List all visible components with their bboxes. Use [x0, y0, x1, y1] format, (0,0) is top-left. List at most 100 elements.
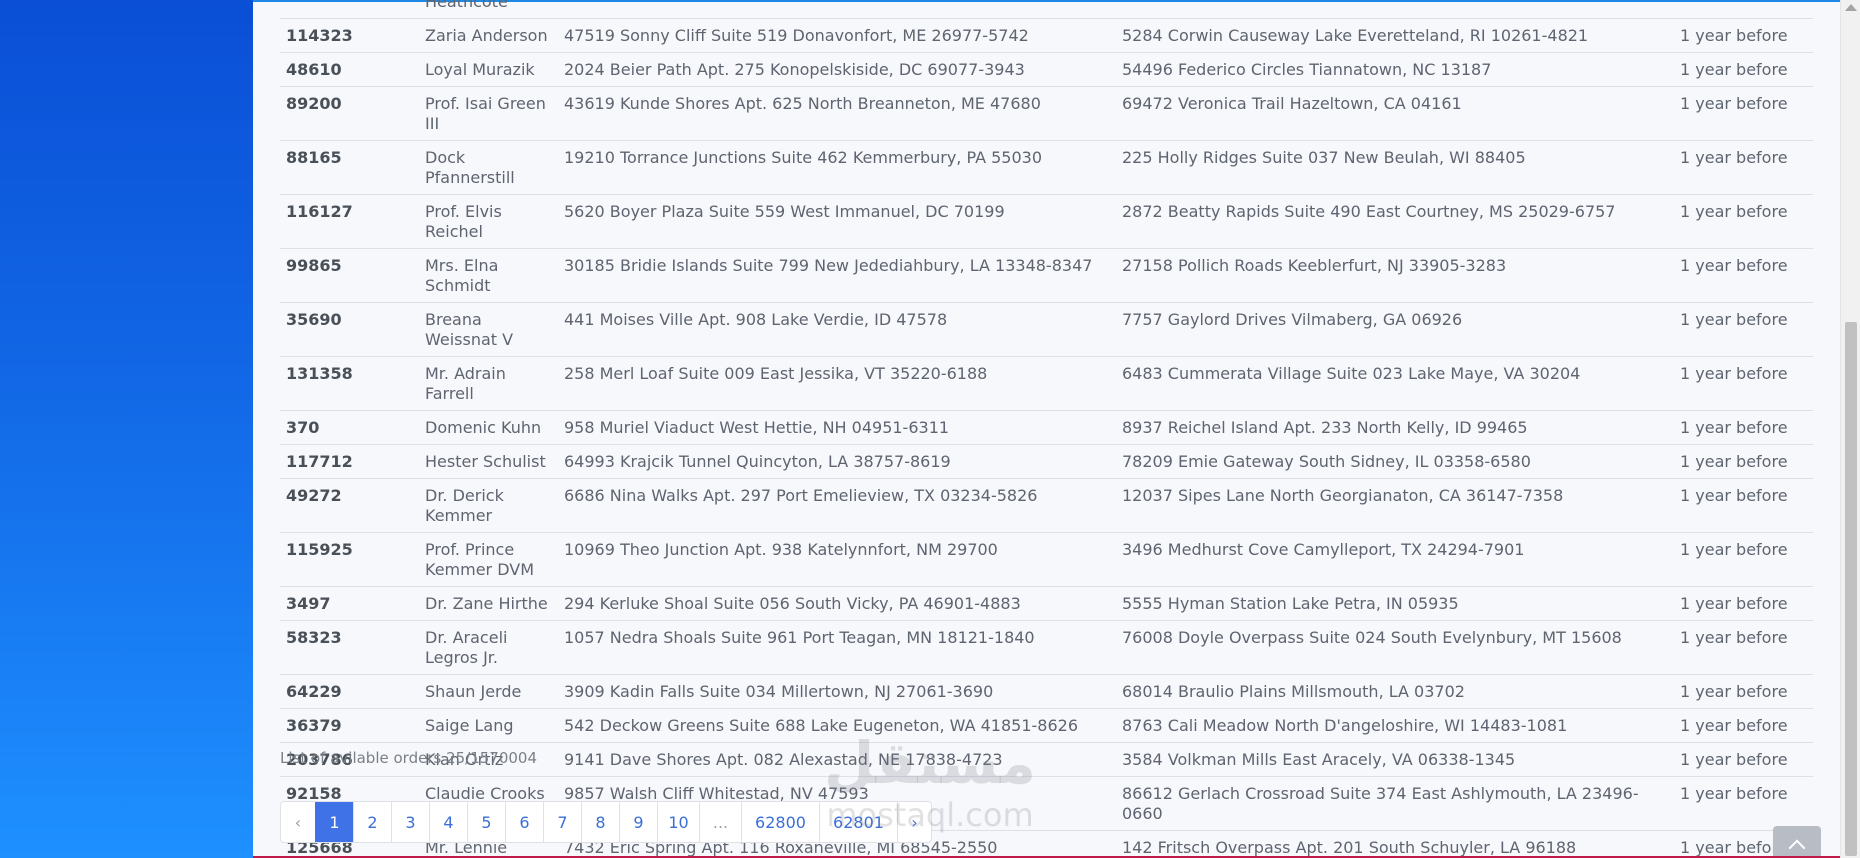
pickup-address-cell: 3909 Kadin Falls Suite 034 Millertown, N…: [558, 674, 1116, 709]
scroll-up-arrow-icon[interactable]: [1845, 4, 1857, 11]
pagination-page-3[interactable]: 3: [391, 802, 429, 842]
pickup-address-cell: 1057 Nedra Shoals Suite 961 Port Teagan,…: [558, 620, 1116, 675]
order-id-cell: 117712: [280, 444, 419, 479]
pagination-page-7[interactable]: 7: [543, 802, 581, 842]
pickup-address-cell: 958 Muriel Viaduct West Hettie, NH 04951…: [558, 410, 1116, 445]
order-id-cell: 131358: [280, 356, 419, 411]
delivery-address-cell: 8763 Cali Meadow North D'angeloshire, WI…: [1116, 708, 1674, 743]
delivery-address-cell: 7757 Gaylord Drives Vilmaberg, GA 06926: [1116, 302, 1674, 357]
vertical-scrollbar[interactable]: [1840, 0, 1860, 858]
watermark-sub: mostaql.com: [826, 796, 1034, 834]
customer-name-cell: Dr. Araceli Legros Jr.: [419, 620, 558, 675]
delivery-address-cell: 3584 Volkman Mills East Aracely, VA 0633…: [1116, 742, 1674, 777]
customer-name-cell: Prof. Isai Green III: [419, 86, 558, 141]
pickup-address-cell: 294 Kerluke Shoal Suite 056 South Vicky,…: [558, 586, 1116, 621]
order-id-cell: 35690: [280, 302, 419, 357]
delivery-address-cell: 5284 Corwin Causeway Lake Everetteland, …: [1116, 18, 1674, 53]
delivery-address-cell: 2872 Beatty Rapids Suite 490 East Courtn…: [1116, 194, 1674, 249]
pagination-page-9[interactable]: 9: [619, 802, 657, 842]
table-row: 49272 Dr. Derick Kemmer 6686 Nina Walks Ap…: [280, 478, 1813, 533]
customer-name-cell: Loyal Murazik: [419, 52, 558, 87]
order-id-cell: 88165: [280, 140, 419, 195]
pagination-page-2[interactable]: 2: [353, 802, 391, 842]
delivery-address-cell: 27158 Pollich Roads Keeblerfurt, NJ 3390…: [1116, 248, 1674, 303]
pagination-page-5[interactable]: 5: [467, 802, 505, 842]
table-row: 48610 Loyal Murazik 2024 Beier Path Apt. 2…: [280, 52, 1813, 87]
delivery-address-cell: 3496 Medhurst Cove Camylleport, TX 24294…: [1116, 532, 1674, 587]
pagination-page-10[interactable]: 10: [657, 802, 699, 842]
order-time-cell: 1 year before: [1674, 194, 1813, 249]
pagination-page-4[interactable]: 4: [429, 802, 467, 842]
order-id-cell: 89200: [280, 86, 419, 141]
order-id-cell: 3497: [280, 586, 419, 621]
customer-name-cell: Hester Schulist: [419, 444, 558, 479]
pickup-address-cell: 258 Merl Loaf Suite 009 East Jessika, VT…: [558, 356, 1116, 411]
order-time-cell: 1 year before: [1674, 532, 1813, 587]
order-time-cell: 1 year before: [1674, 52, 1813, 87]
pagination-page-1[interactable]: 1: [315, 802, 353, 842]
order-id-cell: 64229: [280, 674, 419, 709]
table-row: 117712 Hester Schulist 64993 Krajcik Tunne…: [280, 444, 1813, 479]
order-time-cell: 1 year before: [1674, 478, 1813, 533]
pickup-address-cell: 47519 Sonny Cliff Suite 519 Donavonfort,…: [558, 18, 1116, 53]
scrollbar-thumb[interactable]: [1845, 322, 1857, 856]
order-time-cell: [1674, 0, 1813, 19]
watermark-logo: مستقل mostaql.com: [810, 728, 1050, 838]
order-id-cell: 36379: [280, 708, 419, 743]
pagination-ellipsis[interactable]: ...: [699, 802, 741, 842]
delivery-address-cell: 68014 Braulio Plains Millsmouth, LA 0370…: [1116, 674, 1674, 709]
order-id-cell: 49272: [280, 478, 419, 533]
order-time-cell: 1 year before: [1674, 410, 1813, 445]
order-time-cell: 1 year before: [1674, 620, 1813, 675]
pagination-prev-button[interactable]: ‹: [281, 802, 315, 842]
pickup-address-cell: 30185 Bridie Islands Suite 799 New Jeded…: [558, 248, 1116, 303]
customer-name-cell: Prof. Elvis Reichel: [419, 194, 558, 249]
table-row: Heathcote: [280, 0, 1813, 19]
table-row: 114323 Zaria Anderson 47519 Sonny Cliff Su…: [280, 18, 1813, 53]
order-time-cell: 1 year before: [1674, 444, 1813, 479]
orders-count-caption: List of avilable orders 25/1570004: [280, 749, 538, 767]
pickup-address-cell: 2024 Beier Path Apt. 275 Konopelskiside,…: [558, 52, 1116, 87]
customer-name-cell: Prof. Prince Kemmer DVM: [419, 532, 558, 587]
pickup-address-cell: 19210 Torrance Junctions Suite 462 Kemme…: [558, 140, 1116, 195]
table-row: 89200 Prof. Isai Green III 43619 Kunde Sho…: [280, 86, 1813, 141]
order-id-cell: 116127: [280, 194, 419, 249]
table-row: 370 Domenic Kuhn 958 Muriel Viaduct West H…: [280, 410, 1813, 445]
pagination-page-62800[interactable]: 62800: [741, 802, 819, 842]
pickup-address-cell: 64993 Krajcik Tunnel Quincyton, LA 38757…: [558, 444, 1116, 479]
order-time-cell: 1 year before: [1674, 18, 1813, 53]
order-id-cell: [280, 0, 419, 19]
order-time-cell: 1 year before: [1674, 586, 1813, 621]
pickup-address-cell: 441 Moises Ville Apt. 908 Lake Verdie, I…: [558, 302, 1116, 357]
order-id-cell: 114323: [280, 18, 419, 53]
order-time-cell: 1 year before: [1674, 86, 1813, 141]
table-row: 88165 Dock Pfannerstill 19210 Torrance Jun…: [280, 140, 1813, 195]
pagination-page-8[interactable]: 8: [581, 802, 619, 842]
order-id-cell: 48610: [280, 52, 419, 87]
delivery-address-cell: 54496 Federico Circles Tiannatown, NC 13…: [1116, 52, 1674, 87]
pagination-page-6[interactable]: 6: [505, 802, 543, 842]
delivery-address-cell: 76008 Doyle Overpass Suite 024 South Eve…: [1116, 620, 1674, 675]
scroll-to-top-button[interactable]: [1773, 826, 1821, 858]
customer-name-cell: Dr. Zane Hirthe: [419, 586, 558, 621]
delivery-address-cell: 5555 Hyman Station Lake Petra, IN 05935: [1116, 586, 1674, 621]
table-row: 131358 Mr. Adrain Farrell 258 Merl Loaf Su…: [280, 356, 1813, 411]
order-id-cell: 115925: [280, 532, 419, 587]
table-row: 115925 Prof. Prince Kemmer DVM 10969 Theo …: [280, 532, 1813, 587]
pickup-address-cell: [558, 0, 1116, 19]
customer-name-cell: Breana Weissnat V: [419, 302, 558, 357]
delivery-address-cell: 78209 Emie Gateway South Sidney, IL 0335…: [1116, 444, 1674, 479]
delivery-address-cell: 225 Holly Ridges Suite 037 New Beulah, W…: [1116, 140, 1674, 195]
chevron-up-icon: [1788, 839, 1806, 857]
order-id-cell: 99865: [280, 248, 419, 303]
customer-name-cell: Dock Pfannerstill: [419, 140, 558, 195]
order-id-cell: 58323: [280, 620, 419, 675]
order-time-cell: 1 year before: [1674, 674, 1813, 709]
delivery-address-cell: 69472 Veronica Trail Hazeltown, CA 04161: [1116, 86, 1674, 141]
delivery-address-cell: 142 Fritsch Overpass Apt. 201 South Schu…: [1116, 830, 1674, 858]
customer-name-cell: Zaria Anderson: [419, 18, 558, 53]
pickup-address-cell: 6686 Nina Walks Apt. 297 Port Emelieview…: [558, 478, 1116, 533]
customer-name-cell: Mr. Adrain Farrell: [419, 356, 558, 411]
watermark-main: مستقل: [823, 729, 1037, 797]
delivery-address-cell: 86612 Gerlach Crossroad Suite 374 East A…: [1116, 776, 1674, 831]
